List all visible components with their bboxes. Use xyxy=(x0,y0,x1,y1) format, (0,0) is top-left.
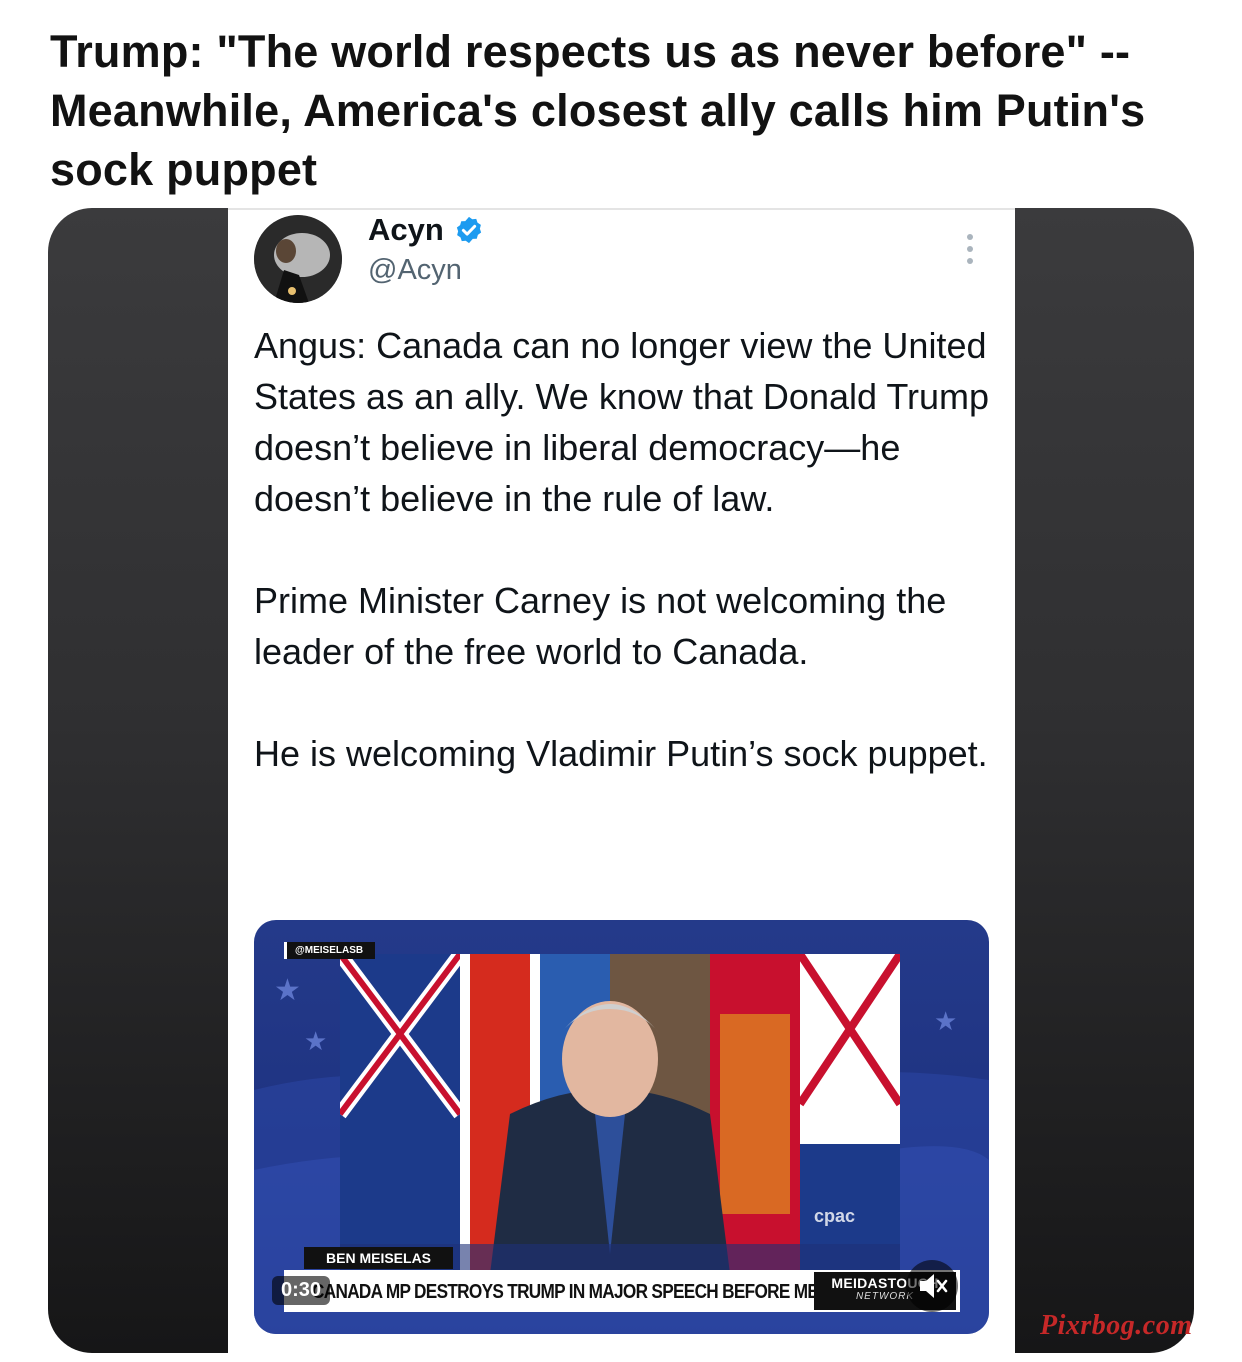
svg-text:★: ★ xyxy=(274,973,301,1008)
watermark: Pixrbog.com xyxy=(1040,1310,1193,1341)
video-duration: 0:30 xyxy=(272,1276,331,1305)
svg-text:★: ★ xyxy=(304,1027,327,1057)
tweet-paragraph: Angus: Canada can no longer view the Uni… xyxy=(254,325,990,519)
more-options-icon[interactable] xyxy=(964,232,976,266)
tweet-paragraph: Prime Minister Carney is not welcoming t… xyxy=(254,580,947,672)
author-name[interactable]: Acyn xyxy=(368,212,444,248)
verified-badge-icon xyxy=(456,216,481,244)
video-source-tag: @MEISELASB xyxy=(284,942,376,959)
video-player[interactable]: ★ ★ ★ @MEISELASB cpac BEN MEISELAS CANAD… xyxy=(254,920,989,1334)
avatar[interactable] xyxy=(254,215,342,303)
tweet-body: Angus: Canada can no longer view the Uni… xyxy=(254,320,994,779)
tweet-card[interactable]: Acyn @Acyn Angus: Canada can no longer v… xyxy=(228,208,1015,1362)
mute-icon xyxy=(920,1274,948,1298)
post-headline: Trump: "The world respects us as never b… xyxy=(50,26,1146,195)
author-row[interactable]: Acyn xyxy=(368,212,484,248)
broadcaster-logo: cpac xyxy=(814,1206,856,1226)
tweet-paragraph: He is welcoming Vladimir Putin’s sock pu… xyxy=(254,733,988,774)
mute-button[interactable] xyxy=(906,1260,958,1312)
lower-third: CANADA MP DESTROYS TRUMP IN MAJOR SPEECH… xyxy=(284,1270,960,1312)
speaker-name: BEN MEISELAS xyxy=(304,1247,454,1269)
video-headline: CANADA MP DESTROYS TRUMP IN MAJOR SPEECH… xyxy=(312,1281,868,1303)
author-handle[interactable]: @Acyn xyxy=(368,254,462,287)
svg-text:★: ★ xyxy=(934,1007,957,1037)
